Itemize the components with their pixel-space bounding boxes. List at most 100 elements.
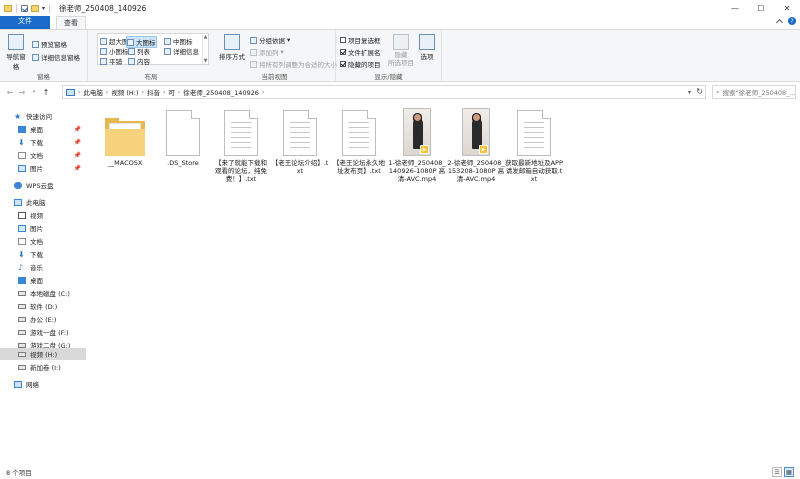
sort-by-label: 排序方式	[219, 53, 245, 61]
item-checkboxes-toggle[interactable]: 项目复选框	[340, 35, 381, 45]
hide-selected-button[interactable]: 隐藏 所选项目	[386, 34, 416, 67]
help-icon[interactable]: ?	[788, 17, 796, 25]
file-item-ds-store[interactable]: .DS_Store	[158, 104, 208, 167]
pin-icon[interactable]: 📌	[74, 139, 81, 146]
breadcrumb-this-pc[interactable]: 此电脑	[83, 87, 103, 97]
nav-drive-i[interactable]: 新加卷 (I:)	[0, 361, 86, 373]
pin-icon[interactable]: 📌	[74, 152, 81, 159]
nav-network[interactable]: 网络	[0, 378, 86, 390]
details-pane-button[interactable]: 详细信息窗格	[32, 52, 80, 62]
nav-documents-pc[interactable]: 文档	[0, 235, 86, 247]
group-by-button[interactable]: 分组依据 ▾	[250, 35, 290, 45]
nav-this-pc[interactable]: 此电脑	[0, 196, 86, 208]
breadcrumb-separator[interactable]: ›	[163, 89, 165, 96]
nav-music[interactable]: ♪ 音乐	[0, 261, 86, 273]
nav-drive-h[interactable]: 视频 (H:)	[0, 348, 86, 360]
scroll-up-icon[interactable]: ▲	[204, 34, 208, 40]
breadcrumb-separator[interactable]: ›	[142, 89, 144, 96]
nav-desktop[interactable]: 桌面 📌	[0, 123, 86, 135]
navigation-bar: ← → ▾ ↑ › 此电脑 › 视频 (H:) › 抖音 › 可 › 徐老师_2…	[0, 84, 800, 100]
breadcrumb-separator[interactable]: ›	[178, 89, 180, 96]
large-icons-view-button[interactable]: ▦	[784, 467, 794, 477]
nav-drive-d[interactable]: 软件 (D:)	[0, 300, 86, 312]
drive-icon	[18, 364, 26, 370]
layout-content[interactable]: 内容	[128, 56, 150, 66]
minimize-button[interactable]: —	[722, 0, 748, 16]
breadcrumb-separator[interactable]: ›	[106, 89, 108, 96]
hidden-items-checkbox[interactable]	[340, 61, 346, 67]
file-extensions-checkbox[interactable]	[340, 49, 346, 55]
video-file-badge-icon: ▶	[479, 145, 488, 154]
address-dropdown-icon[interactable]: ▾	[688, 89, 691, 96]
layout-scrollbar[interactable]: ▲ ▼	[202, 34, 208, 64]
file-item-video[interactable]: ▶ 1-徐老师_250408_140926-1080P 高清-AVC.mp4	[388, 104, 446, 183]
nav-drive-c[interactable]: 本地磁盘 (C:)	[0, 287, 86, 299]
up-button[interactable]: ↑	[40, 85, 52, 99]
layout-label: 平铺	[109, 58, 122, 66]
forward-button[interactable]: →	[16, 85, 28, 99]
nav-downloads[interactable]: ⬇ 下载 📌	[0, 136, 86, 148]
nav-label: 快速访问	[26, 113, 52, 121]
tab-file[interactable]: 文件	[0, 16, 50, 29]
video-file-badge-icon: ▶	[420, 145, 429, 154]
maximize-button[interactable]: ☐	[748, 0, 774, 16]
sort-by-button[interactable]: 排序方式	[218, 34, 246, 61]
breadcrumb-separator[interactable]: ›	[78, 89, 80, 96]
nav-desktop-pc[interactable]: 桌面	[0, 274, 86, 286]
layout-small-icons[interactable]: 小图标	[100, 46, 129, 56]
file-item-video[interactable]: ▶ 2-徐老师_250408_153208-1080P 高清-AVC.mp4	[447, 104, 505, 183]
breadcrumb-douyin[interactable]: 抖音	[147, 87, 160, 97]
file-item-txt[interactable]: 【来了就能下载和观看的论坛，纯免费！】.txt	[215, 104, 267, 183]
nav-wps-cloud[interactable]: WPS云盘	[0, 179, 86, 191]
nav-documents[interactable]: 文档 📌	[0, 149, 86, 161]
nav-drive-f[interactable]: 游戏一盘 (F:)	[0, 326, 86, 338]
nav-pictures-pc[interactable]: 图片	[0, 222, 86, 234]
nav-downloads-pc[interactable]: ⬇ 下载	[0, 248, 86, 260]
breadcrumb-ke[interactable]: 可	[168, 87, 175, 97]
refresh-icon[interactable]: ↻	[696, 87, 703, 96]
group-label: 显示/隐藏	[374, 73, 403, 81]
preview-pane-button[interactable]: 预览窗格	[32, 39, 67, 49]
details-view-button[interactable]: ☰	[772, 467, 782, 477]
breadcrumb-current-folder[interactable]: 徐老师_250408_140926	[183, 87, 259, 97]
file-name: 2-徐老师_250408_153208-1080P 高清-AVC.mp4	[447, 159, 505, 183]
search-input[interactable]: ⌕ 搜索"徐老师_250408_...	[712, 85, 796, 99]
pin-icon[interactable]: 📌	[74, 165, 81, 172]
collapse-ribbon-icon[interactable]	[775, 18, 784, 27]
file-item-folder[interactable]: __MACOSX	[100, 104, 150, 167]
view-switcher: ☰ ▦	[772, 467, 794, 477]
add-column-button[interactable]: 添加列 ▾	[250, 47, 284, 57]
layout-medium-icons[interactable]: 中图标	[164, 36, 193, 46]
pin-icon[interactable]: 📌	[74, 126, 81, 133]
nav-videos[interactable]: 视频	[0, 209, 86, 221]
nav-pane-button[interactable]: 导航窗格	[4, 34, 28, 71]
file-list[interactable]: __MACOSX .DS_Store 【来了就能下载和观看的论坛，纯免费！】.t…	[100, 104, 790, 194]
new-folder-icon[interactable]	[31, 4, 39, 12]
fit-columns-button[interactable]: 将所有列调整为合适的大小	[250, 59, 337, 69]
nav-quick-access[interactable]: ★ 快速访问	[0, 110, 86, 122]
hidden-items-toggle[interactable]: 隐藏的项目	[340, 59, 381, 69]
file-extensions-toggle[interactable]: 文件扩展名	[340, 47, 381, 57]
layout-details[interactable]: 详细信息	[164, 46, 199, 56]
file-item-txt[interactable]: 【老王论坛介绍】.txt	[272, 104, 328, 175]
breadcrumb-drive-h[interactable]: 视频 (H:)	[111, 87, 138, 97]
customize-toolbar-icon[interactable]: ▾	[42, 5, 45, 12]
nav-drive-e[interactable]: 办公 (E:)	[0, 313, 86, 325]
options-button[interactable]: 选项	[416, 34, 438, 61]
item-checkboxes-checkbox[interactable]	[340, 37, 346, 43]
back-button[interactable]: ←	[4, 85, 16, 99]
recent-locations-button[interactable]: ▾	[28, 85, 40, 99]
tab-view[interactable]: 查看	[56, 16, 86, 29]
file-item-txt[interactable]: 获取最新地址及APP请发邮箱自动获取.txt	[505, 104, 563, 183]
layout-list[interactable]: 列表	[128, 46, 150, 56]
nav-pictures[interactable]: 图片 📌	[0, 162, 86, 174]
breadcrumb-separator[interactable]: ›	[262, 89, 264, 96]
scroll-down-icon[interactable]: ▼	[204, 58, 208, 64]
file-item-txt[interactable]: 【老王论坛永久地址发布页】.txt	[333, 104, 385, 175]
address-bar[interactable]: › 此电脑 › 视频 (H:) › 抖音 › 可 › 徐老师_250408_14…	[62, 85, 706, 99]
text-file-icon	[216, 104, 266, 156]
close-button[interactable]: ✕	[774, 0, 800, 16]
navigation-pane[interactable]: ★ 快速访问 桌面 📌 ⬇ 下载 📌 文档 📌 图片 📌 WPS云盘 此电脑 视频 图片 文…	[0, 106, 88, 456]
properties-icon[interactable]	[21, 4, 28, 12]
layout-tiles[interactable]: 平铺	[100, 56, 122, 66]
